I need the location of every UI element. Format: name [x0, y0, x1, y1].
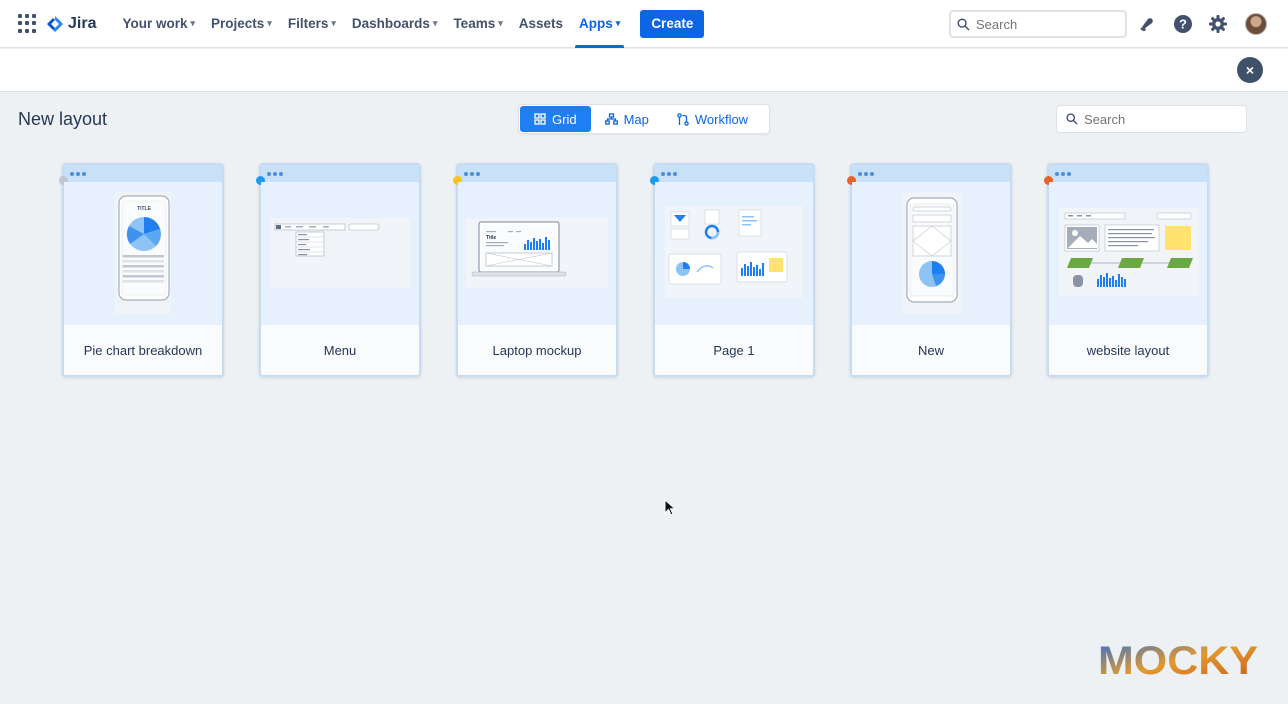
nav-item-apps[interactable]: Apps ▾: [571, 0, 628, 48]
chevron-down-icon: ▾: [331, 18, 336, 28]
layout-card-menu[interactable]: Menu: [256, 163, 421, 377]
view-map-button[interactable]: Map: [591, 106, 663, 132]
card-preview: Title: [458, 182, 616, 325]
card-header: [1049, 165, 1207, 182]
card-header: [261, 165, 419, 182]
card-preview: [1049, 182, 1207, 325]
card-title: Page 1: [655, 325, 813, 375]
chevron-down-icon: ▾: [498, 18, 503, 28]
layout-card-pie-chart-breakdown[interactable]: TITLE Pie chart breakdown: [59, 163, 224, 377]
nav-items: Your work ▾ Projects ▾ Filters ▾ Dashboards…: [114, 0, 628, 48]
card-title: website layout: [1049, 325, 1207, 375]
nav-item-label: Filters: [287, 16, 329, 31]
svg-text:?: ?: [1179, 17, 1187, 32]
view-workflow-button[interactable]: Workflow: [663, 106, 762, 132]
page-title: New layout: [18, 109, 108, 129]
phone-new-preview: [902, 192, 962, 314]
jira-logo-icon: [47, 15, 63, 32]
preview-title: Title: [486, 235, 496, 241]
view-grid-button[interactable]: Grid: [520, 106, 591, 132]
mocky-watermark-logo: MOCKY: [1098, 639, 1258, 680]
card-title: Laptop mockup: [458, 325, 616, 375]
mouse-cursor-icon: [664, 499, 676, 516]
layout-card-page-1[interactable]: Page 1: [650, 163, 815, 377]
view-grid-label: Grid: [552, 111, 577, 127]
phone-pie-preview: TITLE: [115, 192, 171, 314]
card-header: [655, 165, 813, 182]
close-button[interactable]: ×: [1237, 57, 1263, 83]
close-icon: ×: [1245, 62, 1255, 78]
map-icon: [604, 113, 618, 125]
card-preview: [852, 182, 1010, 325]
nav-item-projects[interactable]: Projects ▾: [203, 0, 280, 48]
layout-card-website-layout[interactable]: website layout: [1044, 163, 1209, 377]
nav-item-label: Projects: [211, 16, 265, 31]
notification-bell-icon[interactable]: [1135, 12, 1159, 36]
avatar[interactable]: [1245, 13, 1267, 35]
website-preview: [1059, 208, 1199, 296]
nav-item-your-work[interactable]: Your work ▾: [114, 0, 203, 48]
view-workflow-label: Workflow: [694, 111, 749, 127]
nav-item-label: Your work: [122, 16, 188, 31]
app-switcher-icon[interactable]: [18, 13, 38, 34]
search-icon: [1066, 113, 1078, 125]
workflow-icon: [677, 112, 689, 126]
layout-search[interactable]: [1056, 105, 1247, 133]
search-icon: [957, 17, 970, 30]
global-search[interactable]: [949, 10, 1127, 38]
nav-item-label: Teams: [453, 16, 496, 31]
nav-item-label: Apps: [579, 16, 613, 31]
card-title: New: [852, 325, 1010, 375]
app-header-band: [0, 49, 1288, 92]
card-preview: [655, 182, 813, 325]
card-title: Pie chart breakdown: [64, 325, 222, 375]
create-button[interactable]: Create: [640, 9, 705, 38]
brand-name: Jira: [68, 14, 97, 32]
chevron-down-icon: ▾: [267, 18, 272, 28]
global-search-input[interactable]: [976, 16, 1116, 32]
nav-item-assets[interactable]: Assets: [511, 0, 571, 48]
preview-title: TITLE: [137, 206, 152, 212]
chevron-down-icon: ▾: [190, 18, 196, 28]
nav-item-dashboards[interactable]: Dashboards ▾: [344, 0, 446, 48]
dashboard-preview: [665, 206, 803, 298]
card-preview: [261, 182, 419, 325]
card-title: Menu: [261, 325, 419, 375]
card-header: [64, 165, 222, 182]
layout-card-laptop-mockup[interactable]: Title Laptop mockup: [453, 163, 618, 377]
view-map-label: Map: [623, 111, 649, 127]
laptop-preview: Title: [466, 218, 608, 288]
help-icon[interactable]: ?: [1171, 12, 1195, 36]
card-header: [852, 165, 1010, 182]
chevron-down-icon: ▾: [432, 18, 438, 28]
view-switcher: Grid Map Workflow: [518, 104, 770, 134]
nav-item-teams[interactable]: Teams ▾: [445, 0, 510, 48]
jira-brand[interactable]: Jira: [46, 15, 96, 33]
layout-search-input[interactable]: [1084, 111, 1244, 127]
nav-item-label: Dashboards: [351, 16, 430, 31]
card-header: [458, 165, 616, 182]
chevron-down-icon: ▾: [615, 18, 621, 28]
watermark-text: MOCKY: [1098, 639, 1258, 680]
nav-item-filters[interactable]: Filters ▾: [280, 0, 344, 48]
settings-gear-icon[interactable]: [1206, 12, 1230, 36]
menu-preview: [271, 218, 411, 288]
nav-item-label: Assets: [518, 16, 564, 31]
grid-icon: [534, 113, 546, 125]
card-preview: TITLE: [64, 182, 222, 325]
layout-card-new[interactable]: New: [847, 163, 1012, 377]
